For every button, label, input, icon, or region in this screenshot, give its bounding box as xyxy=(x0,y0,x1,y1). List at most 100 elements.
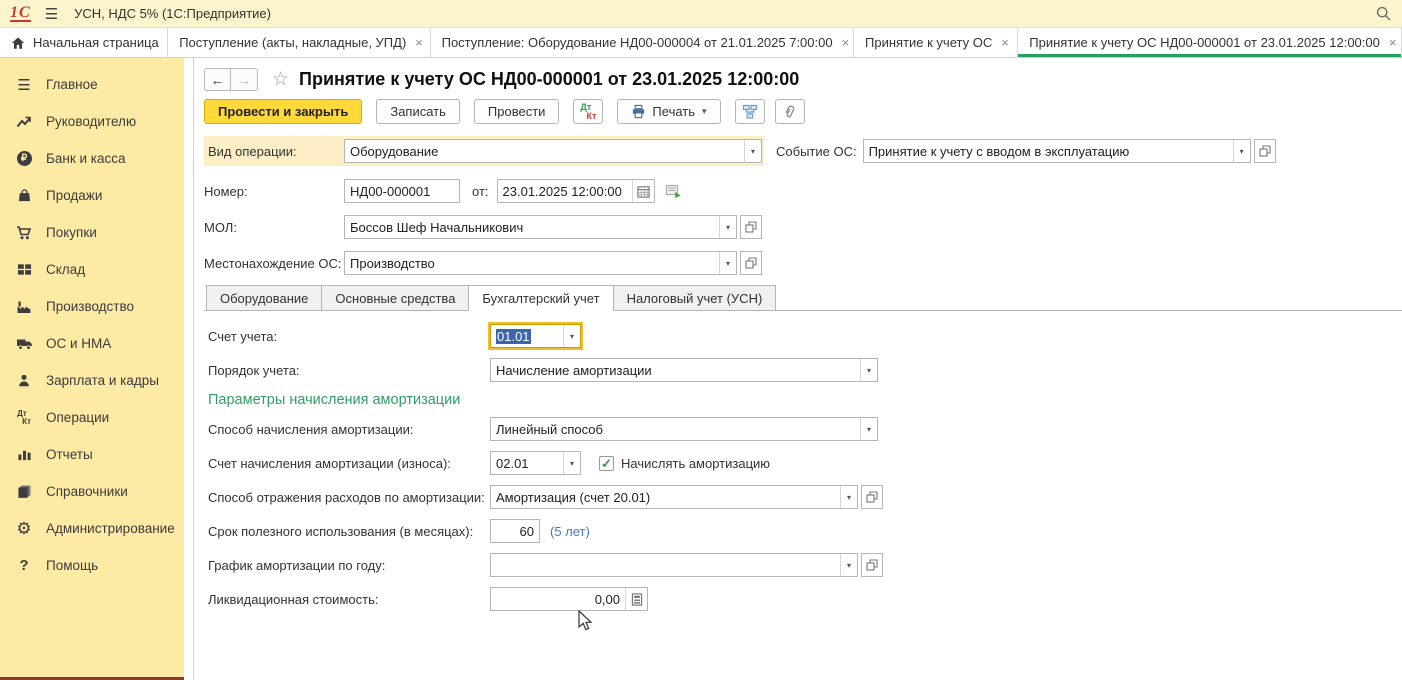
favorite-star-icon[interactable]: ☆ xyxy=(272,68,289,91)
document-structure-button[interactable] xyxy=(735,99,765,124)
trend-chart-icon xyxy=(13,114,35,130)
number-label: Номер: xyxy=(204,184,344,199)
dropdown-icon[interactable]: ▾ xyxy=(860,359,877,381)
post-and-close-button[interactable]: Провести и закрыть xyxy=(204,99,362,124)
dropdown-icon[interactable]: ▾ xyxy=(860,418,877,440)
operation-kind-label: Вид операции: xyxy=(204,144,344,159)
number-field[interactable]: НД00-000001 xyxy=(344,179,460,203)
open-link-icon xyxy=(1259,145,1271,157)
sidebar-item-sklad[interactable]: Склад xyxy=(0,251,184,288)
dt-kt-postings-button[interactable]: Дт Кт xyxy=(573,99,603,124)
account-field[interactable]: 01.01 ▾ xyxy=(490,324,581,348)
open-event-button[interactable] xyxy=(1254,139,1276,163)
tab-postuplenie-doc[interactable]: Поступление: Оборудование НД00-000004 от… xyxy=(431,28,854,57)
close-icon[interactable]: × xyxy=(415,36,423,49)
tab-osnovnye-sredstva[interactable]: Основные средства xyxy=(321,285,468,311)
sidebar-item-otchety[interactable]: Отчеты xyxy=(0,436,184,473)
tab-prinyatie-list[interactable]: Принятие к учету ОС × xyxy=(854,28,1018,57)
operation-kind-field[interactable]: Оборудование ▾ xyxy=(344,139,762,163)
tab-postuplenie-list[interactable]: Поступление (акты, накладные, УПД) × xyxy=(168,28,430,57)
open-expense-method-button[interactable] xyxy=(861,485,883,509)
dropdown-icon[interactable]: ▾ xyxy=(563,452,580,474)
search-icon[interactable] xyxy=(1375,5,1392,22)
factory-icon xyxy=(13,299,35,315)
sidebar-item-proizvodstvo[interactable]: Производство xyxy=(0,288,184,325)
open-schedule-button[interactable] xyxy=(861,553,883,577)
sidebar-item-label: Склад xyxy=(46,262,85,277)
mol-label: МОЛ: xyxy=(204,220,344,235)
sidebar-item-administrirovanie[interactable]: ⚙ Администрирование xyxy=(0,510,184,547)
set-current-date-icon[interactable] xyxy=(665,183,682,199)
calculator-icon[interactable] xyxy=(625,588,647,610)
attachments-button[interactable] xyxy=(775,99,805,124)
dropdown-icon[interactable]: ▾ xyxy=(719,252,736,274)
sidebar-item-pokupki[interactable]: Покупки xyxy=(0,214,184,251)
dropdown-icon[interactable]: ▾ xyxy=(563,325,580,347)
accrue-depreciation-checkbox[interactable]: ✓ Начислять амортизацию xyxy=(599,456,770,471)
window-tab-bar: Начальная страница Поступление (акты, на… xyxy=(0,28,1402,58)
sidebar-item-bank-kassa[interactable]: ₽ Банк и касса xyxy=(0,140,184,177)
sidebar-item-zarplata[interactable]: Зарплата и кадры xyxy=(0,362,184,399)
location-field[interactable]: Производство ▾ xyxy=(344,251,737,275)
close-icon[interactable]: × xyxy=(1001,36,1009,49)
useful-life-field[interactable]: 60 xyxy=(490,519,540,543)
dropdown-icon[interactable]: ▾ xyxy=(840,554,857,576)
location-label: Местонахождение ОС: xyxy=(204,256,344,271)
form-tab-strip: Оборудование Основные средства Бухгалтер… xyxy=(204,285,1402,311)
form-toolbar: Провести и закрыть Записать Провести Дт … xyxy=(204,99,1402,124)
tab-home[interactable]: Начальная страница xyxy=(0,28,168,57)
tab-nalogovyy-uchet[interactable]: Налоговый учет (УСН) xyxy=(614,285,777,311)
tab-oborudovanie[interactable]: Оборудование xyxy=(206,285,321,311)
depreciation-section-title: Параметры начисления амортизации xyxy=(208,392,1402,408)
dropdown-icon[interactable]: ▾ xyxy=(719,216,736,238)
sidebar-item-label: Банк и касса xyxy=(46,151,126,166)
post-button[interactable]: Провести xyxy=(474,99,560,124)
accounting-order-field[interactable]: Начисление амортизации ▾ xyxy=(490,358,878,382)
depreciation-method-field[interactable]: Линейный способ ▾ xyxy=(490,417,878,441)
sidebar-item-label: Администрирование xyxy=(46,521,175,536)
print-button[interactable]: Печать ▾ xyxy=(617,99,720,124)
mol-field[interactable]: Боссов Шеф Начальникович ▾ xyxy=(344,215,737,239)
depreciation-account-field[interactable]: 02.01 ▾ xyxy=(490,451,581,475)
dropdown-icon[interactable]: ▾ xyxy=(744,140,761,162)
date-field[interactable]: 23.01.2025 12:00:00 xyxy=(497,179,655,203)
shopping-cart-icon xyxy=(13,225,35,241)
depreciation-method-label: Способ начисления амортизации: xyxy=(208,422,490,437)
sidebar-item-glavnoe[interactable]: ☰ Главное xyxy=(0,66,184,103)
open-location-button[interactable] xyxy=(740,251,762,275)
calendar-icon[interactable] xyxy=(632,180,654,202)
operation-kind-row: Вид операции: Оборудование ▾ xyxy=(204,136,764,166)
tab-buhgalterskiy-uchet[interactable]: Бухгалтерский учет xyxy=(468,285,613,311)
tab-prinyatie-doc-active[interactable]: Принятие к учету ОС НД00-000001 от 23.01… xyxy=(1018,28,1402,57)
sidebar-item-prodazhi[interactable]: Продажи xyxy=(0,177,184,214)
liquidation-value-field[interactable]: 0,00 xyxy=(490,587,648,611)
forward-button[interactable]: → xyxy=(231,68,258,91)
date-label: от: xyxy=(472,184,489,199)
dropdown-icon[interactable]: ▾ xyxy=(1233,140,1250,162)
sidebar-item-spravochniki[interactable]: Справочники xyxy=(0,473,184,510)
sidebar-item-label: Отчеты xyxy=(46,447,93,462)
sidebar-item-pomosch[interactable]: ? Помощь xyxy=(0,547,184,584)
paperclip-icon xyxy=(779,101,799,122)
sidebar-item-operacii[interactable]: ДтКт Операции xyxy=(0,399,184,436)
close-icon[interactable]: × xyxy=(842,36,850,49)
save-button[interactable]: Записать xyxy=(376,99,460,124)
nav-sidebar: ☰ Главное Руководителю ₽ Банк и касса Пр… xyxy=(0,58,184,680)
accounting-tab-panel: Счет учета: 01.01 ▾ Порядок учета: Начис… xyxy=(204,311,1402,611)
dropdown-icon[interactable]: ▾ xyxy=(840,486,857,508)
bar-chart-icon xyxy=(13,447,35,462)
sidebar-item-label: Зарплата и кадры xyxy=(46,373,159,388)
open-mol-button[interactable] xyxy=(740,215,762,239)
main-menu-icon[interactable]: ☰ xyxy=(45,5,58,23)
sidebar-item-rukovoditelyu[interactable]: Руководителю xyxy=(0,103,184,140)
back-button[interactable]: ← xyxy=(204,68,231,91)
sidebar-item-os-nma[interactable]: ОС и НМА xyxy=(0,325,184,362)
title-bar: 1С ☰ УСН, НДС 5% (1С:Предприятие) xyxy=(0,0,1402,28)
expense-method-field[interactable]: Амортизация (счет 20.01) ▾ xyxy=(490,485,858,509)
books-icon xyxy=(13,484,35,499)
event-field[interactable]: Принятие к учету с вводом в эксплуатацию… xyxy=(863,139,1251,163)
sidebar-item-label: Производство xyxy=(46,299,134,314)
depreciation-account-label: Счет начисления амортизации (износа): xyxy=(208,456,490,471)
close-icon[interactable]: × xyxy=(1389,36,1397,49)
depreciation-schedule-field[interactable]: ▾ xyxy=(490,553,858,577)
